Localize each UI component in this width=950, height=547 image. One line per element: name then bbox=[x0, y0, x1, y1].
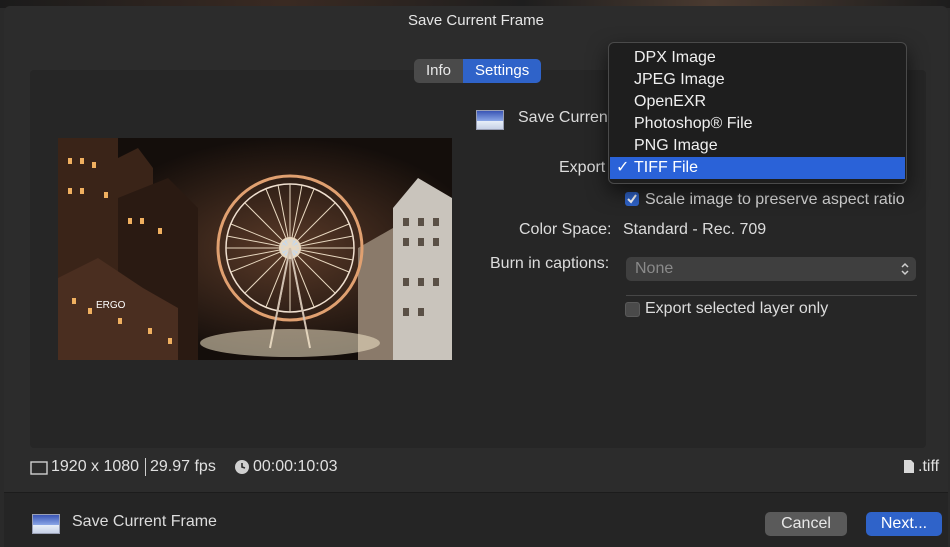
cancel-button[interactable]: Cancel bbox=[765, 512, 847, 536]
ferris-wheel-photo: ERGO bbox=[58, 138, 452, 360]
menu-item-openexr[interactable]: OpenEXR bbox=[610, 91, 905, 113]
scale-checkbox-label: Scale image to preserve aspect ratio bbox=[645, 191, 905, 208]
timecode-text: 00:00:10:03 bbox=[253, 458, 338, 475]
bottom-title: Save Current Frame bbox=[72, 513, 217, 530]
svg-text:ERGO: ERGO bbox=[96, 300, 126, 311]
export-selected-layer-label: Export selected layer only bbox=[645, 300, 829, 317]
menu-item-label: PNG Image bbox=[634, 137, 718, 154]
bottom-bar: Save Current Frame Cancel Next... bbox=[4, 492, 948, 547]
menu-item-label: JPEG Image bbox=[634, 71, 725, 88]
export-selected-layer-checkbox[interactable] bbox=[625, 302, 640, 317]
tab-settings[interactable]: Settings bbox=[463, 59, 542, 83]
export-label: Export bbox=[559, 159, 606, 176]
color-space-label: Color Space: bbox=[519, 221, 612, 238]
separator bbox=[145, 458, 146, 476]
share-thumbnail-icon bbox=[476, 110, 504, 130]
tab-segmented-control: Info Settings bbox=[414, 59, 542, 83]
menu-item-photoshop[interactable]: Photoshop® File bbox=[610, 113, 905, 135]
save-destination-label: Save Curren bbox=[518, 109, 608, 126]
divider bbox=[626, 295, 917, 296]
menu-item-label: DPX Image bbox=[634, 49, 716, 66]
export-format-menu: DPX Image JPEG Image OpenEXR Photoshop® … bbox=[608, 42, 907, 184]
burn-in-captions-value: None bbox=[635, 260, 674, 277]
burn-in-captions-select[interactable]: None bbox=[626, 257, 916, 281]
menu-item-tiff[interactable]: ✓ TIFF File bbox=[610, 157, 905, 179]
display-icon bbox=[30, 461, 48, 475]
menu-item-label: TIFF File bbox=[634, 159, 698, 176]
document-icon bbox=[904, 460, 914, 473]
frame-preview-image: ERGO bbox=[58, 138, 452, 360]
window-title: Save Current Frame bbox=[408, 12, 544, 29]
checkmark-icon: ✓ bbox=[616, 159, 630, 176]
next-button[interactable]: Next... bbox=[866, 512, 942, 536]
menu-item-jpeg[interactable]: JPEG Image bbox=[610, 69, 905, 91]
share-thumbnail-icon bbox=[32, 514, 60, 534]
menu-item-label: Photoshop® File bbox=[634, 115, 753, 132]
scale-checkbox[interactable] bbox=[625, 192, 639, 206]
burn-in-captions-label: Burn in captions: bbox=[490, 255, 610, 272]
file-extension-text: .tiff bbox=[918, 458, 940, 475]
fps-text: 29.97 fps bbox=[150, 458, 216, 475]
menu-item-png[interactable]: PNG Image bbox=[610, 135, 905, 157]
menu-item-dpx[interactable]: DPX Image bbox=[610, 47, 905, 69]
checkmark-icon bbox=[627, 194, 637, 204]
resolution-text: 1920 x 1080 bbox=[51, 458, 140, 475]
tab-info[interactable]: Info bbox=[414, 59, 463, 83]
clock-icon bbox=[235, 460, 249, 474]
color-space-value: Standard - Rec. 709 bbox=[623, 221, 767, 238]
stepper-chevrons-icon bbox=[901, 262, 909, 276]
menu-item-label: OpenEXR bbox=[634, 93, 707, 110]
